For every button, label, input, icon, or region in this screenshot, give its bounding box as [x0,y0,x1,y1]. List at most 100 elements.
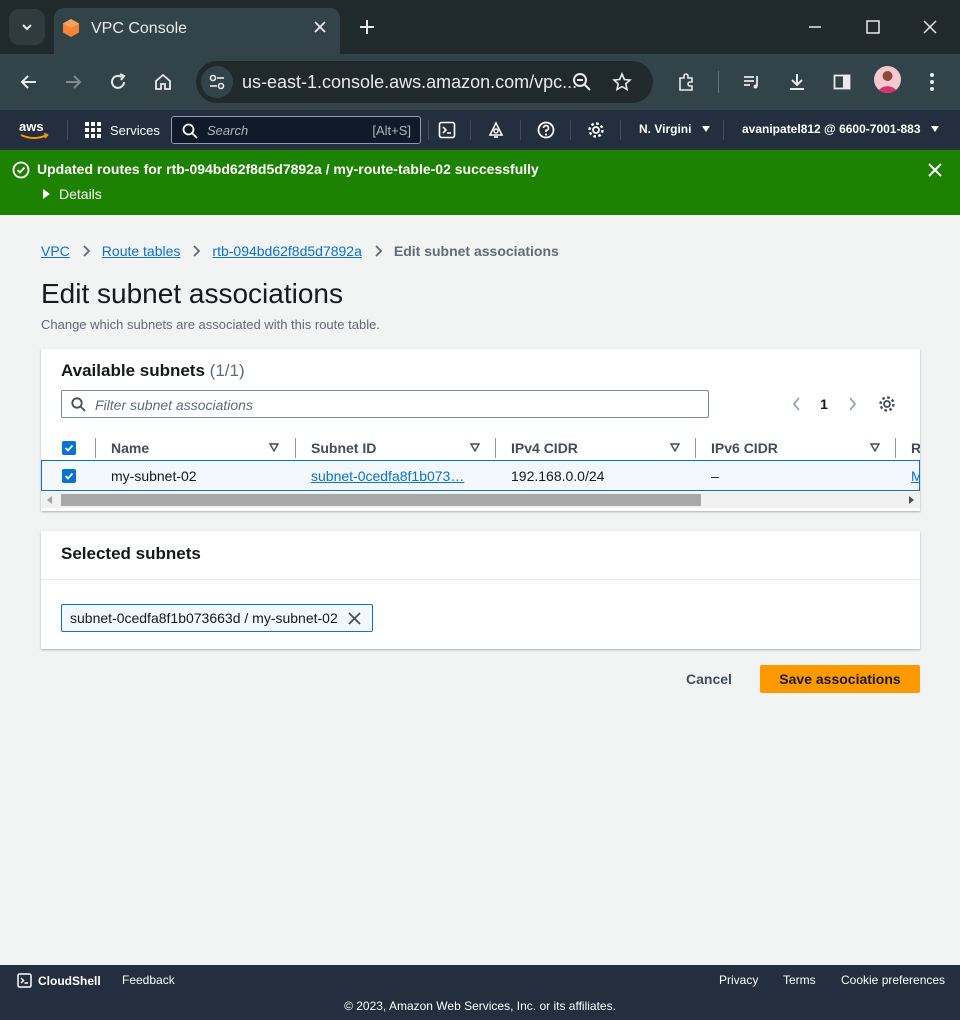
breadcrumb-route-tables[interactable]: Route tables [102,243,181,259]
extensions-icon[interactable] [672,68,700,96]
page-number[interactable]: 1 [806,396,842,412]
horizontal-scrollbar[interactable] [41,492,920,508]
column-header-route-table[interactable]: R [911,433,920,463]
caret-down-icon [930,126,939,132]
flash-details-label: Details [59,186,102,202]
save-associations-button[interactable]: Save associations [760,665,920,693]
browser-menu-icon[interactable] [918,68,946,96]
cell-route-table-link[interactable]: M [911,468,920,484]
column-separator [95,438,96,458]
footer-cloudshell-button[interactable]: CloudShell [17,973,101,988]
media-controls-icon[interactable] [738,68,766,96]
footer-privacy-link[interactable]: Privacy [719,973,758,987]
svg-text:aws: aws [19,119,44,134]
notifications-bell-icon[interactable] [486,120,506,140]
caret-right-icon [43,189,50,199]
column-header-ipv6-cidr[interactable]: IPv6 CIDR [711,433,778,463]
minimize-icon[interactable] [804,16,826,38]
bookmark-star-icon[interactable] [608,68,636,96]
page-description: Change which subnets are associated with… [41,317,380,332]
page-title: Edit subnet associations [41,278,343,309]
cloudshell-icon[interactable] [437,120,457,140]
nav-divider [620,120,621,140]
sort-caret-down-icon[interactable] [670,443,680,452]
cancel-button[interactable]: Cancel [672,665,746,693]
column-header-name[interactable]: Name [111,433,149,463]
profile-avatar[interactable] [874,66,901,93]
select-all-checkbox[interactable] [62,441,76,455]
chevron-right-icon [83,245,91,257]
browser-tab-bar: VPC Console [0,0,960,54]
settings-gear-icon[interactable] [586,120,606,140]
row-select-checkbox[interactable] [62,469,76,483]
nav-divider [428,120,429,140]
grid-menu-icon [85,122,101,138]
address-bar[interactable]: us-east-1.console.aws.amazon.com/vpc... [196,61,653,103]
tab-close-icon[interactable] [310,17,330,37]
reload-icon[interactable] [104,68,132,96]
footer-cookie-preferences-link[interactable]: Cookie preferences [841,973,945,987]
previous-page-chevron-left-icon[interactable] [786,395,806,413]
aws-logo-icon[interactable]: aws [18,118,50,142]
pagination: 1 [786,395,862,413]
search-icon [71,397,86,412]
selected-subnets-panel: Selected subnets subnet-0cedfa8f1b073663… [41,531,920,649]
column-header-ipv4-cidr[interactable]: IPv4 CIDR [511,433,578,463]
nav-divider [723,120,724,140]
browser-tab-vpc-console[interactable]: VPC Console [54,8,340,54]
sort-caret-down-icon[interactable] [870,443,880,452]
column-label: Subnet ID [311,440,377,456]
cell-subnet-id-link[interactable]: subnet-0cedfa8f1b073… [311,468,464,484]
download-icon[interactable] [783,68,811,96]
next-page-chevron-right-icon[interactable] [842,395,862,413]
chevron-right-icon [375,245,383,257]
back-arrow-icon[interactable] [15,68,43,96]
zoom-icon[interactable] [568,68,596,96]
chevron-right-icon [193,245,201,257]
services-label: Services [110,122,160,138]
nav-divider [67,120,68,140]
column-label: Name [111,440,150,456]
scrollbar-thumb[interactable] [61,494,701,506]
console-footer: CloudShell Feedback Privacy Terms Cookie… [0,965,960,1020]
table-preferences-gear-icon[interactable] [877,394,897,414]
side-panel-icon[interactable] [828,68,856,96]
tab-search-button[interactable] [9,9,45,45]
services-menu-button[interactable]: Services [84,121,160,139]
table-row[interactable]: my-subnet-02 subnet-0cedfa8f1b073… 192.1… [41,460,920,491]
breadcrumb-vpc[interactable]: VPC [41,243,70,259]
region-selector[interactable]: N. Virgini [639,122,711,136]
sort-caret-down-icon[interactable] [269,443,279,452]
nav-divider [570,120,571,140]
footer-terms-link[interactable]: Terms [783,973,816,987]
nav-divider [470,120,471,140]
maximize-icon[interactable] [862,16,884,38]
filter-subnets-input[interactable]: Filter subnet associations [61,390,709,418]
scroll-left-arrow-icon[interactable] [46,496,54,504]
region-label: N. Virgini [639,122,692,136]
toolbar-divider [718,71,719,93]
footer-feedback-link[interactable]: Feedback [122,973,175,987]
forward-arrow-icon[interactable] [59,68,87,96]
scroll-right-arrow-icon[interactable] [907,496,915,504]
site-info-icon[interactable] [201,66,233,98]
new-tab-plus-icon[interactable] [356,16,378,38]
checkmark-icon [64,444,74,452]
table-header: Name Subnet ID IPv4 CIDR IPv6 CIDR R [41,433,920,463]
breadcrumb-current: Edit subnet associations [393,243,559,259]
window-close-icon[interactable] [919,16,941,38]
token-dismiss-close-icon[interactable] [338,605,372,631]
column-separator [695,438,696,458]
aws-vpc-favicon-icon [63,19,79,37]
column-label: IPv6 CIDR [711,440,778,456]
footer-copyright: © 2023, Amazon Web Services, Inc. or its… [344,999,616,1013]
help-icon[interactable] [536,120,556,140]
sort-caret-down-icon[interactable] [470,443,480,452]
aws-search-input[interactable]: Search [Alt+S] [171,116,421,144]
breadcrumb-route-table-id[interactable]: rtb-094bd62f8d5d7892a [212,243,361,259]
flash-details-toggle[interactable]: Details [42,186,102,202]
column-header-subnet-id[interactable]: Subnet ID [311,433,376,463]
account-menu[interactable]: avanipatel812 @ 6600-7001-883 [742,122,940,136]
flash-dismiss-close-icon[interactable] [926,161,944,179]
home-icon[interactable] [149,68,177,96]
